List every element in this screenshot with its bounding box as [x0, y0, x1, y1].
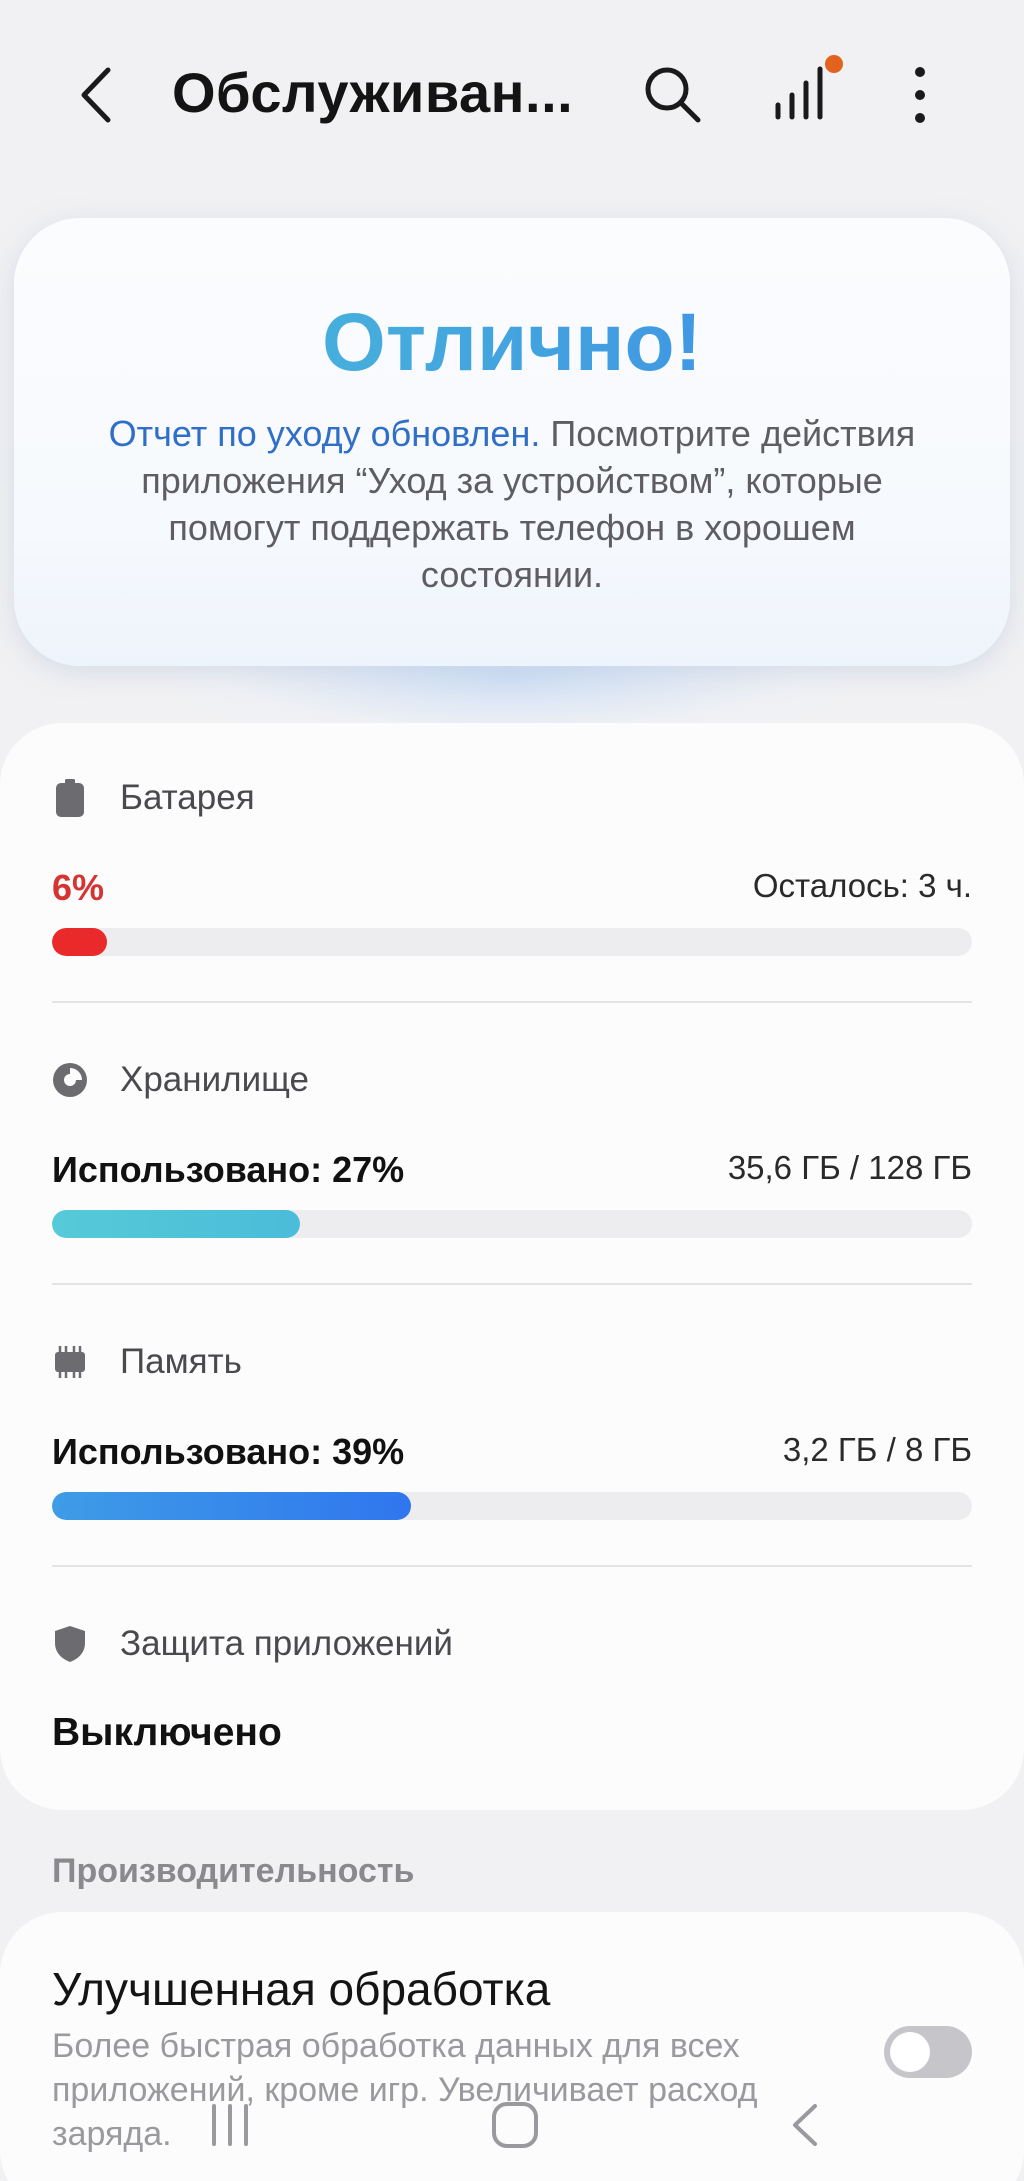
storage-stats: Использовано: 27% 35,6 ГБ / 128 ГБ	[52, 1149, 972, 1199]
battery-remaining: Осталось: 3 ч.	[752, 867, 972, 904]
home-button[interactable]	[480, 2090, 550, 2160]
memory-used: Использовано: 39%	[52, 1431, 405, 1472]
status-title: Отлично!	[14, 296, 1010, 390]
storage-bar	[52, 1210, 972, 1238]
memory-label: Память	[120, 1342, 242, 1381]
memory-bar	[52, 1492, 972, 1520]
status-card: Отлично! Отчет по уходу обновлен. Посмот…	[14, 218, 1010, 666]
notification-dot	[825, 55, 843, 73]
battery-percent: 6%	[52, 867, 105, 908]
status-description: Отчет по уходу обновлен. Посмотрите дейс…	[84, 410, 940, 598]
battery-icon	[52, 778, 88, 818]
system-navigation-bar	[0, 2070, 1024, 2181]
battery-label: Батарея	[120, 778, 255, 817]
divider	[52, 1283, 972, 1285]
storage-label: Хранилище	[120, 1060, 309, 1099]
storage-header: Хранилище	[52, 1055, 309, 1105]
app-header: Обслуживан...	[0, 0, 1024, 190]
home-icon	[492, 2102, 538, 2148]
shield-icon	[52, 1624, 88, 1664]
battery-header: Батарея	[52, 773, 255, 823]
storage-section[interactable]: Хранилище Использовано: 27% 35,6 ГБ / 12…	[52, 1055, 972, 1285]
battery-bar-fill	[52, 928, 108, 956]
enhanced-processing-title[interactable]: Улучшенная обработка	[52, 1962, 550, 2016]
app-protection-header: Защита приложений	[52, 1619, 453, 1669]
app-protection-label: Защита приложений	[120, 1624, 453, 1663]
search-icon	[645, 67, 701, 123]
recent-apps-button[interactable]	[200, 2090, 260, 2160]
diagnostics-button[interactable]	[770, 55, 843, 125]
divider	[52, 1565, 972, 1567]
recent-apps-icon	[212, 2104, 248, 2146]
memory-chip-icon	[52, 1342, 88, 1382]
app-protection-stats: Выключено	[52, 1711, 972, 1761]
more-options-button[interactable]	[900, 62, 940, 128]
page-title: Обслуживан...	[172, 61, 574, 124]
device-care-card: Батарея 6% Осталось: 3 ч. Хранилище Испо…	[0, 723, 1024, 1810]
nav-back-icon	[793, 2104, 817, 2146]
storage-pie-icon	[52, 1060, 88, 1100]
nav-back-button[interactable]	[775, 2090, 835, 2160]
storage-amount: 35,6 ГБ / 128 ГБ	[727, 1149, 972, 1186]
back-icon	[81, 67, 111, 123]
more-icon	[915, 67, 925, 123]
storage-bar-fill	[52, 1210, 301, 1238]
app-protection-status: Выключено	[52, 1711, 282, 1754]
battery-bar	[52, 928, 972, 956]
battery-stats: 6% Осталось: 3 ч.	[52, 867, 972, 917]
memory-section[interactable]: Память Использовано: 39% 3,2 ГБ / 8 ГБ	[52, 1337, 972, 1567]
performance-section-label: Производительность	[52, 1852, 415, 1890]
battery-section[interactable]: Батарея 6% Осталось: 3 ч.	[52, 773, 972, 1003]
app-protection-section[interactable]: Защита приложений Выключено	[52, 1619, 972, 1769]
memory-amount: 3,2 ГБ / 8 ГБ	[782, 1431, 972, 1468]
care-report-link[interactable]: Отчет по уходу обновлен.	[109, 413, 541, 454]
storage-used: Использовано: 27%	[52, 1149, 405, 1190]
toggle-knob	[890, 2032, 930, 2072]
search-button[interactable]	[640, 62, 706, 128]
memory-bar-fill	[52, 1492, 411, 1520]
memory-header: Память	[52, 1337, 242, 1387]
divider	[52, 1001, 972, 1003]
memory-stats: Использовано: 39% 3,2 ГБ / 8 ГБ	[52, 1431, 972, 1481]
back-button[interactable]	[70, 60, 130, 130]
